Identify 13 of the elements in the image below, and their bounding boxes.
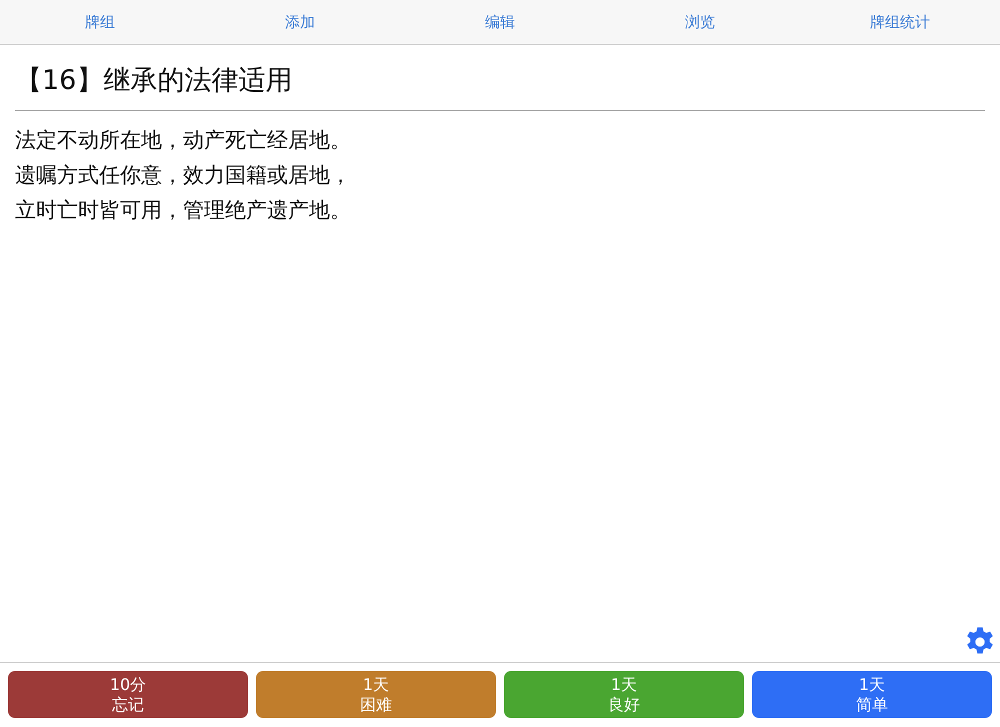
toolbar-link[interactable]: 添加 <box>285 12 315 32</box>
toolbar-link[interactable]: 牌组 <box>85 12 115 32</box>
toolbar-link[interactable]: 牌组统计 <box>870 12 930 32</box>
card-text-line: 立时亡时皆可用，管理绝产遗产地。 <box>15 197 352 224</box>
answer-button[interactable]: 10分 忘记 <box>8 671 248 718</box>
card-text-line: 遗嘱方式任你意，效力国籍或居地， <box>15 162 352 189</box>
card-title: 【16】继承的法律适用 <box>15 62 985 111</box>
answer-button[interactable]: 1天 良好 <box>504 671 744 718</box>
card-text-line: 法定不动所在地，动产死亡经居地。 <box>15 127 352 154</box>
toolbar-link[interactable]: 浏览 <box>685 12 715 32</box>
answer-button[interactable]: 1天 简单 <box>752 671 992 718</box>
answer-button[interactable]: 1天 困难 <box>256 671 496 718</box>
toolbar-link[interactable]: 编辑 <box>485 12 515 32</box>
